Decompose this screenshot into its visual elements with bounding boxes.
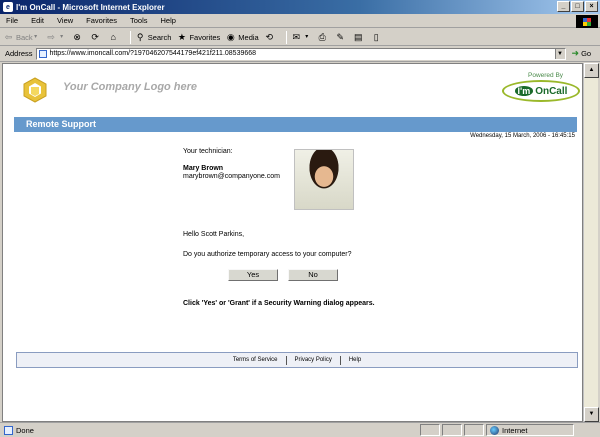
address-label: Address bbox=[5, 49, 33, 58]
stop-icon: ⊗ bbox=[73, 31, 81, 42]
powered-by-label: Powered By bbox=[528, 72, 564, 79]
globe-icon bbox=[490, 425, 499, 435]
menu-edit[interactable]: Edit bbox=[31, 16, 44, 25]
search-button[interactable]: ⚲ Search bbox=[135, 32, 172, 43]
company-logo-text: Your Company Logo here bbox=[63, 81, 198, 93]
help-link[interactable]: Help bbox=[341, 357, 369, 363]
status-cell bbox=[420, 424, 440, 436]
security-zone: Internet bbox=[486, 424, 574, 436]
search-icon: ⚲ bbox=[136, 31, 144, 42]
window-title-bar[interactable]: e I'm OnCall - Microsoft Internet Explor… bbox=[0, 0, 600, 14]
zone-label: Internet bbox=[502, 425, 528, 435]
section-title: Remote Support bbox=[14, 117, 577, 132]
privacy-policy-link[interactable]: Privacy Policy bbox=[287, 357, 340, 363]
refresh-button[interactable]: ⟳ bbox=[90, 32, 103, 43]
refresh-icon: ⟳ bbox=[91, 31, 99, 42]
dropdown-icon: ▾ bbox=[305, 33, 309, 40]
forward-button[interactable]: ⇨ ▾ bbox=[46, 32, 67, 43]
messenger-icon: ▯ bbox=[373, 31, 379, 42]
dropdown-icon: ▾ bbox=[34, 33, 38, 40]
go-label: Go bbox=[581, 49, 592, 58]
window-title: I'm OnCall - Microsoft Internet Explorer bbox=[16, 2, 165, 12]
edit-button[interactable]: ✎ bbox=[335, 32, 348, 43]
menu-help[interactable]: Help bbox=[161, 16, 176, 25]
mail-button[interactable]: ✉ ▾ bbox=[291, 32, 312, 43]
imoncall-logo: I'm OnCall bbox=[502, 80, 580, 102]
favorites-label: Favorites bbox=[189, 32, 221, 42]
go-button[interactable]: ➜ Go bbox=[572, 48, 592, 59]
back-arrow-icon: ⇦ bbox=[4, 31, 13, 42]
scroll-up-button[interactable]: ▲ bbox=[584, 63, 599, 78]
home-icon: ⌂ bbox=[110, 31, 116, 42]
history-button[interactable]: ⟲ bbox=[264, 32, 277, 43]
forward-arrow-icon: ⇨ bbox=[47, 31, 55, 42]
menu-favorites[interactable]: Favorites bbox=[86, 16, 117, 25]
discuss-icon: ▤ bbox=[353, 31, 363, 42]
technician-photo bbox=[294, 149, 354, 210]
home-button[interactable]: ⌂ bbox=[108, 32, 121, 43]
authorization-question: Do you authorize temporary access to you… bbox=[183, 251, 352, 258]
windows-logo-throbber bbox=[576, 15, 598, 28]
security-warning-note: Click 'Yes' or 'Grant' if a Security War… bbox=[183, 300, 375, 307]
print-button[interactable]: ⎙ bbox=[317, 32, 330, 43]
menu-bar: File Edit View Favorites Tools Help bbox=[0, 14, 600, 28]
terms-of-service-link[interactable]: Terms of Service bbox=[225, 357, 286, 363]
yes-button[interactable]: Yes bbox=[228, 269, 278, 281]
page-viewport[interactable]: Your Company Logo here Powered By I'm On… bbox=[2, 63, 583, 422]
page-done-icon bbox=[4, 425, 13, 435]
address-input[interactable]: https://www.imoncall.com/?19704620754417… bbox=[35, 47, 566, 60]
print-icon: ⎙ bbox=[318, 31, 326, 42]
technician-label: Your technician: bbox=[183, 148, 233, 155]
toolbar: ⇦ Back ▾ ⇨ ▾ ⊗ ⟳ ⌂ ⚲ Search ★ Favorites … bbox=[0, 29, 600, 46]
vertical-scrollbar[interactable]: ▲ ▼ bbox=[583, 63, 599, 422]
back-button[interactable]: ⇦ Back ▾ bbox=[3, 32, 41, 43]
address-url: https://www.imoncall.com/?19704620754417… bbox=[49, 50, 257, 57]
address-dropdown-button[interactable]: ▼ bbox=[554, 48, 565, 59]
menu-file[interactable]: File bbox=[6, 16, 18, 25]
company-logo-icon bbox=[23, 77, 47, 103]
status-bar: Done Internet bbox=[0, 422, 600, 437]
windows-flag-icon bbox=[583, 17, 591, 26]
status-text: Done bbox=[16, 425, 34, 435]
history-icon: ⟲ bbox=[265, 31, 273, 42]
dropdown-icon: ▾ bbox=[60, 33, 64, 40]
status-message: Done bbox=[0, 425, 420, 435]
window-controls: _ □ × bbox=[557, 1, 598, 12]
back-label: Back bbox=[16, 32, 33, 42]
messenger-button[interactable]: ▯ bbox=[371, 32, 384, 43]
stop-button[interactable]: ⊗ bbox=[72, 32, 85, 43]
brand-im: I'm bbox=[514, 86, 534, 96]
close-button[interactable]: × bbox=[585, 1, 598, 12]
menu-tools[interactable]: Tools bbox=[130, 16, 148, 25]
page-icon bbox=[38, 49, 47, 58]
status-cell bbox=[464, 424, 484, 436]
no-button[interactable]: No bbox=[288, 269, 338, 281]
discuss-button[interactable]: ▤ bbox=[353, 32, 366, 43]
favorites-icon: ★ bbox=[177, 31, 186, 42]
technician-name: Mary Brown bbox=[183, 165, 224, 172]
datetime-stamp: Wednesday, 15 March, 2006 - 16:45:15 bbox=[470, 133, 575, 139]
mail-icon: ✉ bbox=[292, 31, 300, 42]
maximize-button[interactable]: □ bbox=[571, 1, 584, 12]
media-icon: ◉ bbox=[226, 31, 235, 42]
favorites-button[interactable]: ★ Favorites bbox=[176, 32, 220, 43]
minimize-button[interactable]: _ bbox=[557, 1, 570, 12]
toolbar-separator bbox=[129, 30, 131, 44]
technician-email: marybrown@companyone.com bbox=[183, 173, 280, 180]
toolbar-separator bbox=[285, 30, 287, 44]
edit-icon: ✎ bbox=[336, 31, 344, 42]
brand-oncall: OnCall bbox=[535, 85, 568, 97]
address-bar: Address https://www.imoncall.com/?197046… bbox=[0, 46, 600, 62]
menu-view[interactable]: View bbox=[57, 16, 73, 25]
ie-icon: e bbox=[3, 2, 13, 12]
footer-links: Terms of Service Privacy Policy Help bbox=[16, 352, 578, 368]
search-label: Search bbox=[147, 32, 172, 42]
status-cell bbox=[442, 424, 462, 436]
scroll-down-button[interactable]: ▼ bbox=[584, 407, 599, 422]
go-arrow-icon: ➜ bbox=[571, 48, 580, 58]
greeting-text: Hello Scott Parkins, bbox=[183, 231, 245, 238]
media-button[interactable]: ◉ Media bbox=[225, 31, 259, 43]
media-label: Media bbox=[238, 32, 259, 42]
